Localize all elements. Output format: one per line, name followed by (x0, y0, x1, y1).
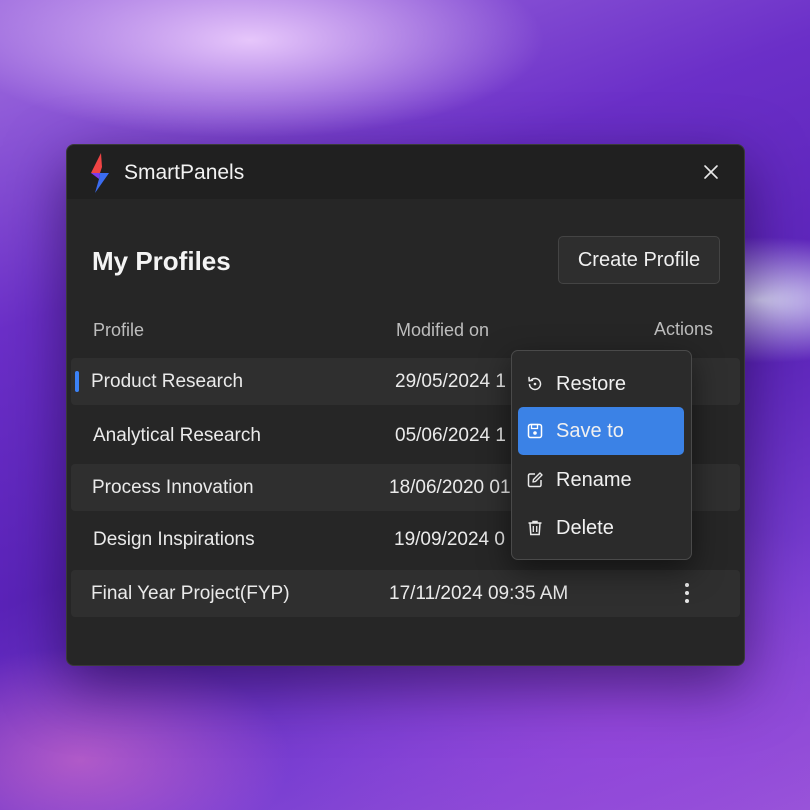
modified-date: 18/06/2020 01 (389, 477, 511, 498)
smartpanels-window: SmartPanels My Profiles Create Profile P… (66, 144, 745, 666)
column-header-actions: Actions (654, 319, 714, 339)
menu-item-restore[interactable]: Restore (518, 360, 684, 408)
profile-name: Process Innovation (92, 477, 254, 498)
selected-indicator (75, 371, 79, 392)
column-header-profile: Profile (93, 320, 145, 340)
rename-icon (526, 471, 544, 489)
close-button[interactable] (696, 157, 726, 187)
menu-item-rename[interactable]: Rename (518, 456, 684, 504)
column-header-modified: Modified on (396, 320, 490, 340)
menu-item-save-to[interactable]: Save to (518, 407, 684, 455)
delete-icon (526, 519, 544, 537)
modified-date: 29/05/2024 1 (395, 371, 506, 392)
lightning-logo (91, 153, 109, 193)
more-actions-button[interactable] (675, 578, 699, 608)
profile-name: Design Inspirations (93, 529, 255, 550)
profile-name: Analytical Research (93, 425, 261, 446)
menu-item-label: Rename (556, 468, 632, 491)
page-title: My Profiles (92, 246, 231, 276)
close-icon (704, 165, 718, 179)
title-bar: SmartPanels (67, 145, 744, 199)
menu-item-label: Delete (556, 516, 614, 539)
modified-date: 05/06/2024 1 (395, 425, 506, 446)
menu-item-label: Save to (556, 419, 624, 442)
menu-item-delete[interactable]: Delete (518, 504, 684, 552)
restore-icon (526, 375, 544, 393)
modified-date: 17/11/2024 09:35 AM (389, 583, 569, 604)
context-menu: Restore Save to Rename Delete (511, 350, 692, 560)
more-vertical-icon (685, 583, 689, 587)
create-profile-button[interactable]: Create Profile (558, 236, 720, 284)
modified-date: 19/09/2024 0 (394, 529, 505, 550)
app-title: SmartPanels (124, 161, 245, 184)
profile-name: Final Year Project(FYP) (91, 583, 290, 604)
menu-item-label: Restore (556, 372, 627, 395)
save-icon (526, 422, 544, 440)
table-row[interactable]: Final Year Project(FYP) 17/11/2024 09:35… (71, 570, 740, 617)
profile-name: Product Research (91, 371, 244, 392)
